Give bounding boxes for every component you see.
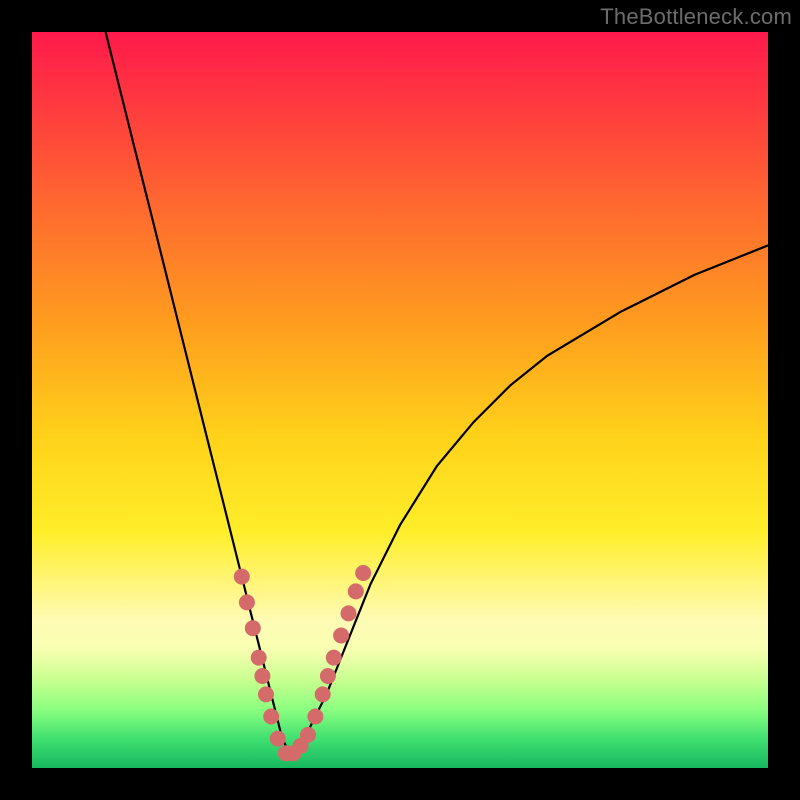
curve-marker xyxy=(355,565,371,581)
curve-marker xyxy=(239,594,255,610)
curve-marker xyxy=(320,668,336,684)
curve-marker xyxy=(234,569,250,585)
chart-frame xyxy=(32,32,768,768)
marker-group xyxy=(234,565,371,761)
curve-marker xyxy=(326,650,342,666)
curve-marker xyxy=(300,727,316,743)
curve-marker xyxy=(348,583,364,599)
bottleneck-curve xyxy=(106,32,768,753)
curve-marker xyxy=(245,620,261,636)
curve-marker xyxy=(307,709,323,725)
curve-marker xyxy=(251,650,267,666)
curve-marker xyxy=(254,668,270,684)
curve-marker xyxy=(333,628,349,644)
curve-marker xyxy=(341,605,357,621)
curve-marker xyxy=(263,709,279,725)
curve-marker xyxy=(258,686,274,702)
curve-marker xyxy=(315,686,331,702)
curve-marker xyxy=(270,731,286,747)
watermark-text: TheBottleneck.com xyxy=(600,4,792,30)
curve-svg xyxy=(32,32,768,768)
plot-area xyxy=(32,32,768,768)
